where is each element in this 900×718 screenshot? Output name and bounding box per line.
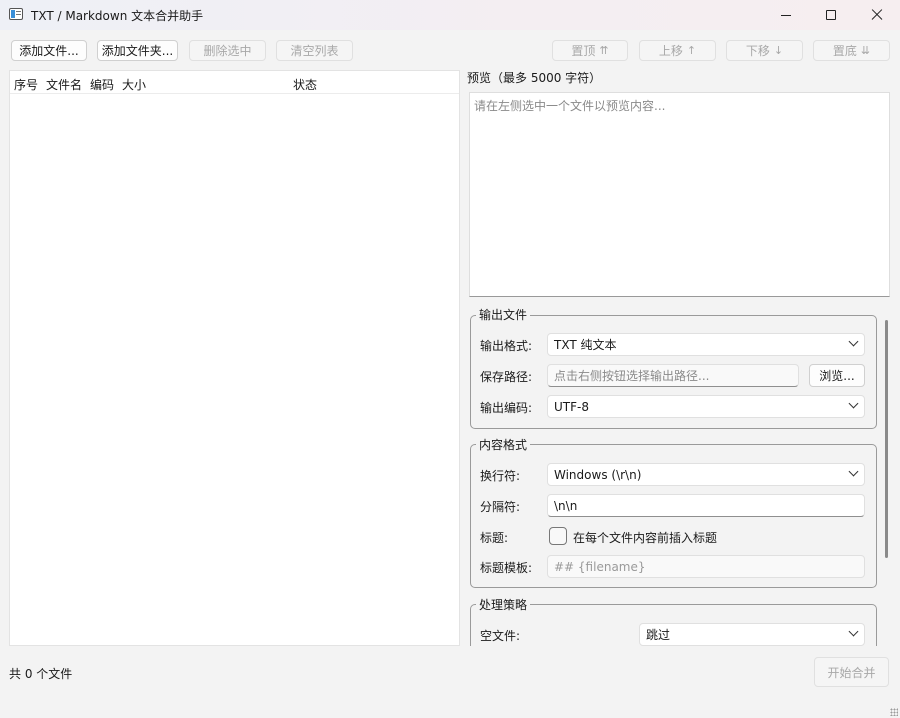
insert-heading-checkbox[interactable] (549, 527, 567, 545)
close-icon (871, 9, 883, 21)
file-count-label: 共 0 个文件 (9, 667, 73, 681)
strategy-group-title: 处理策略 (476, 596, 531, 613)
settings-scrollbar-thumb[interactable] (885, 320, 888, 558)
browse-button[interactable]: 浏览... (809, 364, 865, 387)
browse-label: 浏览... (819, 369, 855, 383)
settings-scroll-area[interactable]: 输出文件 输出格式: TXT 纯文本 保存路径: 点击右侧按钮选择输出路径...… (465, 300, 891, 646)
newline-select[interactable]: Windows (\r\n) (547, 463, 865, 486)
double-up-arrow-icon: ⇈ (599, 44, 609, 57)
window-title: TXT / Markdown 文本合并助手 (31, 9, 204, 23)
up-arrow-icon: ↑ (686, 44, 697, 57)
clear-list-label: 清空列表 (290, 44, 339, 58)
column-header-index[interactable]: 序号 (14, 76, 38, 93)
move-bottom-button[interactable]: 置底 ⇊ (813, 40, 890, 61)
newline-label: 换行符: (480, 469, 521, 483)
add-files-label: 添加文件... (19, 44, 79, 58)
empty-file-select[interactable]: 跳过 (639, 623, 865, 646)
output-encoding-label: 输出编码: (480, 401, 533, 415)
chevron-down-icon (848, 626, 859, 637)
output-encoding-value: UTF-8 (554, 399, 589, 414)
insert-heading-checkbox-label[interactable]: 在每个文件内容前插入标题 (573, 529, 717, 546)
heading-template-placeholder: ## {filename} (554, 559, 646, 574)
move-bottom-label: 置底 (832, 44, 857, 58)
move-down-button[interactable]: 下移 ↓ (726, 40, 803, 61)
move-up-label: 上移 (658, 44, 683, 58)
file-table[interactable]: 序号 文件名 编码 大小 状态 (9, 70, 460, 646)
column-header-size[interactable]: 大小 (122, 76, 146, 93)
separator-input[interactable]: \n\n (547, 494, 865, 517)
down-arrow-icon: ↓ (773, 44, 784, 57)
preview-label: 预览（最多 5000 字符） (467, 71, 602, 85)
output-format-value: TXT 纯文本 (554, 338, 617, 352)
minimize-icon (781, 14, 791, 16)
minimize-button[interactable] (763, 0, 809, 30)
output-encoding-select[interactable]: UTF-8 (547, 395, 865, 418)
move-top-label: 置顶 (571, 44, 596, 58)
remove-selected-button[interactable]: 删除选中 (189, 40, 266, 61)
app-icon (9, 8, 23, 20)
add-folder-label: 添加文件夹... (101, 44, 174, 58)
output-format-label: 输出格式: (480, 339, 533, 353)
close-button[interactable] (854, 0, 900, 30)
content-format-group-title: 内容格式 (476, 436, 531, 453)
column-header-status[interactable]: 状态 (293, 76, 317, 93)
move-up-button[interactable]: 上移 ↑ (639, 40, 716, 61)
chevron-down-icon (848, 466, 859, 477)
save-path-placeholder: 点击右侧按钮选择输出路径... (554, 369, 710, 383)
start-merge-button[interactable]: 开始合并 (814, 657, 889, 687)
column-header-encoding[interactable]: 编码 (90, 76, 114, 93)
table-header-divider (10, 93, 459, 94)
save-path-label: 保存路径: (480, 370, 533, 384)
resize-grip-icon[interactable] (890, 708, 898, 716)
newline-value: Windows (\r\n) (554, 467, 642, 482)
preview-placeholder: 请在左侧选中一个文件以预览内容... (474, 99, 666, 113)
save-path-input[interactable]: 点击右侧按钮选择输出路径... (547, 364, 799, 387)
remove-selected-label: 删除选中 (203, 44, 252, 58)
heading-label: 标题: (480, 531, 509, 545)
move-top-button[interactable]: 置顶 ⇈ (552, 40, 628, 61)
maximize-button[interactable] (808, 0, 854, 30)
clear-list-button[interactable]: 清空列表 (276, 40, 353, 61)
chevron-down-icon (848, 336, 859, 347)
add-folder-button[interactable]: 添加文件夹... (97, 40, 178, 61)
heading-template-label: 标题模板: (480, 561, 533, 575)
empty-file-value: 跳过 (646, 628, 671, 642)
column-header-filename[interactable]: 文件名 (46, 76, 82, 93)
move-down-label: 下移 (745, 44, 770, 58)
empty-file-label: 空文件: (480, 629, 521, 643)
heading-template-input[interactable]: ## {filename} (547, 555, 865, 578)
double-down-arrow-icon: ⇊ (860, 44, 871, 57)
add-files-button[interactable]: 添加文件... (11, 40, 87, 61)
separator-label: 分隔符: (480, 500, 521, 514)
chevron-down-icon (848, 398, 859, 409)
maximize-icon (826, 10, 836, 20)
separator-value: \n\n (554, 498, 578, 513)
title-bar: TXT / Markdown 文本合并助手 (0, 0, 900, 30)
start-merge-label: 开始合并 (827, 665, 876, 680)
output-file-group-title: 输出文件 (476, 306, 531, 323)
preview-text-area[interactable]: 请在左侧选中一个文件以预览内容... (469, 92, 890, 297)
output-format-select[interactable]: TXT 纯文本 (547, 333, 865, 356)
